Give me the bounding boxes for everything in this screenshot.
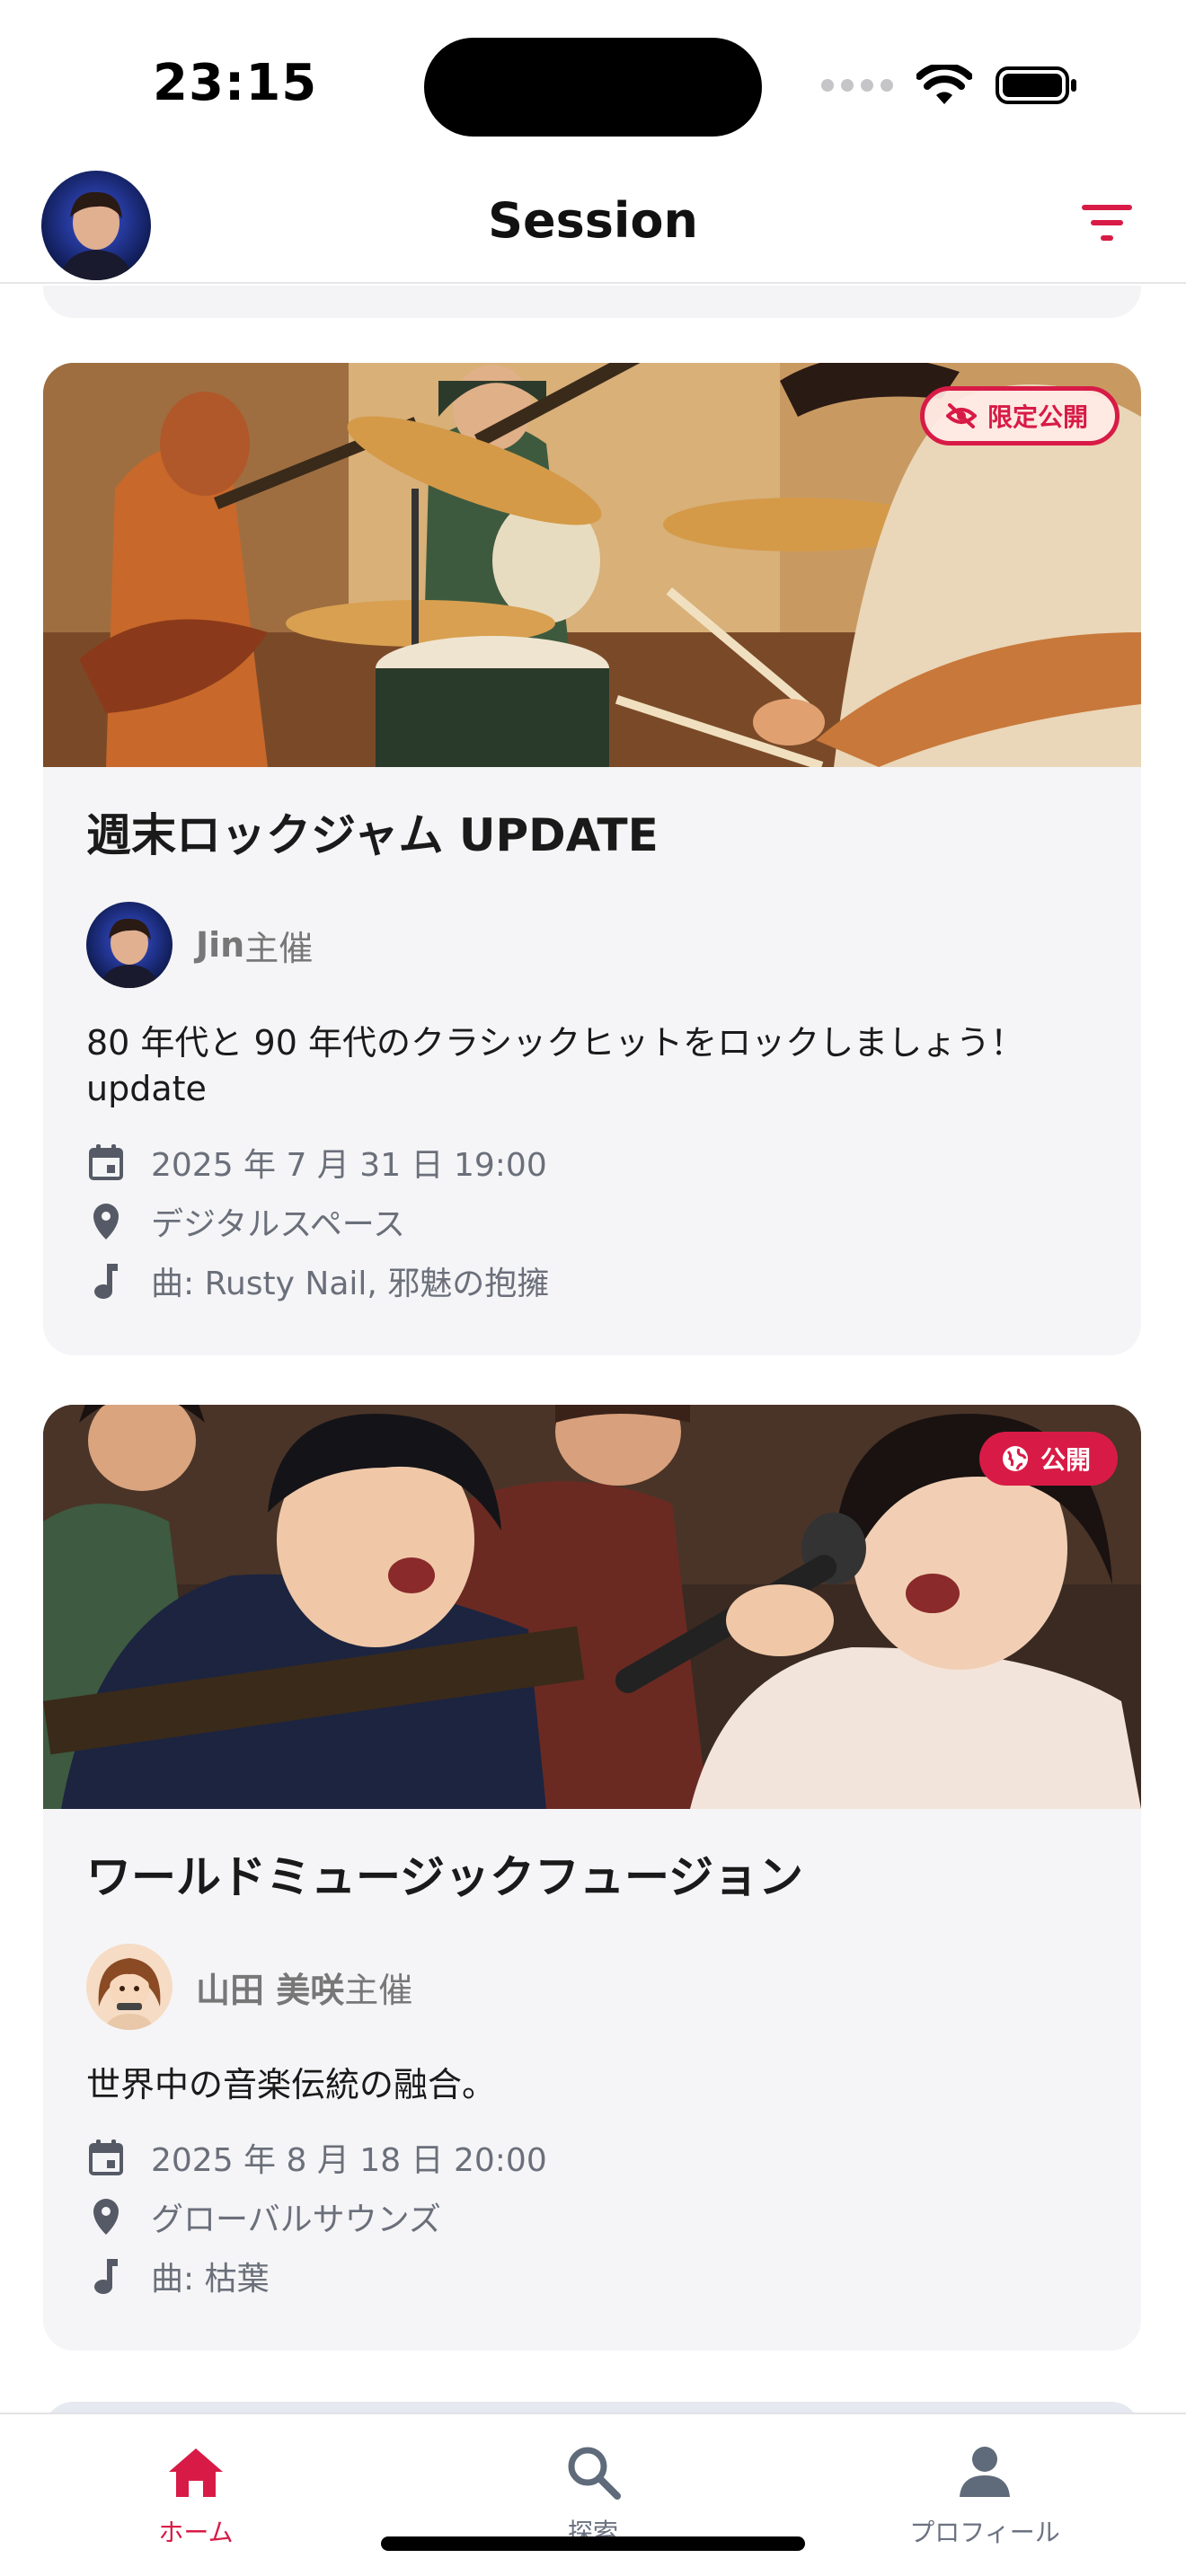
- badge-label: 公開: [1040, 1445, 1091, 1475]
- person-icon: [960, 2447, 1010, 2497]
- app-header: Session: [0, 162, 1186, 284]
- tab-explore[interactable]: 探索: [476, 2439, 710, 2549]
- session-location: デジタルスペース: [151, 1205, 405, 1243]
- host-role: 主催: [244, 928, 314, 968]
- tab-bar: ホーム 探索 プロフィール: [0, 2413, 1186, 2576]
- music-note-icon: [86, 1261, 126, 1301]
- session-card[interactable]: 公開 ワールドミュージックフュージョン 山田 美咲 主催 世界中の音楽伝統の融合…: [43, 1405, 1141, 2351]
- tab-profile[interactable]: プロフィール: [868, 2439, 1102, 2549]
- status-icons: [821, 65, 1078, 106]
- session-feed[interactable]: 限定公開 週末ロックジャム UPDATE Jin 主催 80 年代と 90 年代…: [0, 286, 1186, 2414]
- session-card[interactable]: 限定公開 週末ロックジャム UPDATE Jin 主催 80 年代と 90 年代…: [43, 363, 1141, 1355]
- session-meta: 2025 年 7 月 31 日 19:00 デジタルスペース 曲: Rusty …: [86, 1133, 1098, 1310]
- calendar-icon: [86, 2138, 126, 2177]
- session-title: ワールドミュージックフュージョン: [86, 1851, 803, 1903]
- host-avatar[interactable]: [86, 902, 173, 988]
- songs-row: 曲: 枯葉: [86, 2246, 1098, 2306]
- session-date: 2025 年 7 月 31 日 19:00: [151, 1146, 547, 1184]
- session-title: 週末ロックジャム UPDATE: [86, 809, 659, 861]
- calendar-icon: [86, 1142, 126, 1182]
- tab-home[interactable]: ホーム: [79, 2439, 313, 2549]
- visibility-badge: 公開: [978, 1432, 1118, 1486]
- session-location: グローバルサウンズ: [151, 2201, 441, 2239]
- previous-card-edge: [43, 286, 1141, 318]
- page-title: Session: [488, 192, 698, 249]
- host-name: Jin: [196, 925, 245, 965]
- session-description: 世界中の音楽伝統の融合。: [86, 2065, 497, 2104]
- location-row: グローバルサウンズ: [86, 2187, 1098, 2246]
- search-icon: [568, 2447, 621, 2500]
- dynamic-island: [424, 38, 762, 137]
- songs-row: 曲: Rusty Nail, 邪魅の抱擁: [86, 1251, 1098, 1310]
- filter-icon: [1082, 205, 1132, 241]
- host-name: 山田 美咲: [196, 1970, 345, 2010]
- eye-off-icon: [945, 403, 977, 428]
- home-indicator[interactable]: [381, 2536, 805, 2551]
- host-avatar[interactable]: [86, 1944, 173, 2030]
- tab-home-label: ホーム: [158, 2518, 234, 2547]
- home-icon: [169, 2448, 223, 2497]
- session-songs: 曲: Rusty Nail, 邪魅の抱擁: [151, 1265, 550, 1302]
- location-pin-icon: [86, 1202, 126, 1241]
- battery-icon: [996, 66, 1076, 104]
- wifi-icon: [916, 65, 972, 104]
- badge-label: 限定公開: [987, 402, 1088, 432]
- host-row[interactable]: Jin 主催: [86, 902, 1098, 988]
- filter-button[interactable]: [1078, 198, 1136, 248]
- host-row[interactable]: 山田 美咲 主催: [86, 1944, 1098, 2030]
- globe-icon: [1002, 1446, 1028, 1471]
- cellular-signal-icon: [821, 79, 893, 92]
- session-image: 公開: [43, 1405, 1141, 1809]
- tab-profile-label: プロフィール: [909, 2518, 1060, 2547]
- location-row: デジタルスペース: [86, 1192, 1098, 1251]
- music-note-icon: [86, 2256, 126, 2296]
- session-songs: 曲: 枯葉: [151, 2261, 270, 2298]
- session-image: 限定公開: [43, 363, 1141, 767]
- visibility-badge: 限定公開: [919, 386, 1120, 446]
- status-bar: 23:15: [0, 0, 1186, 162]
- host-role: 主催: [344, 1970, 413, 2010]
- date-row: 2025 年 8 月 18 日 20:00: [86, 2128, 1098, 2187]
- location-pin-icon: [86, 2197, 126, 2236]
- session-date: 2025 年 8 月 18 日 20:00: [151, 2142, 547, 2180]
- status-time: 23:15: [153, 54, 318, 112]
- session-meta: 2025 年 8 月 18 日 20:00 グローバルサウンズ 曲: 枯葉: [86, 2128, 1098, 2306]
- session-description: 80 年代と 90 年代のクラシックヒットをロックしましょう！ update: [86, 1023, 1025, 1109]
- date-row: 2025 年 7 月 31 日 19:00: [86, 1133, 1098, 1192]
